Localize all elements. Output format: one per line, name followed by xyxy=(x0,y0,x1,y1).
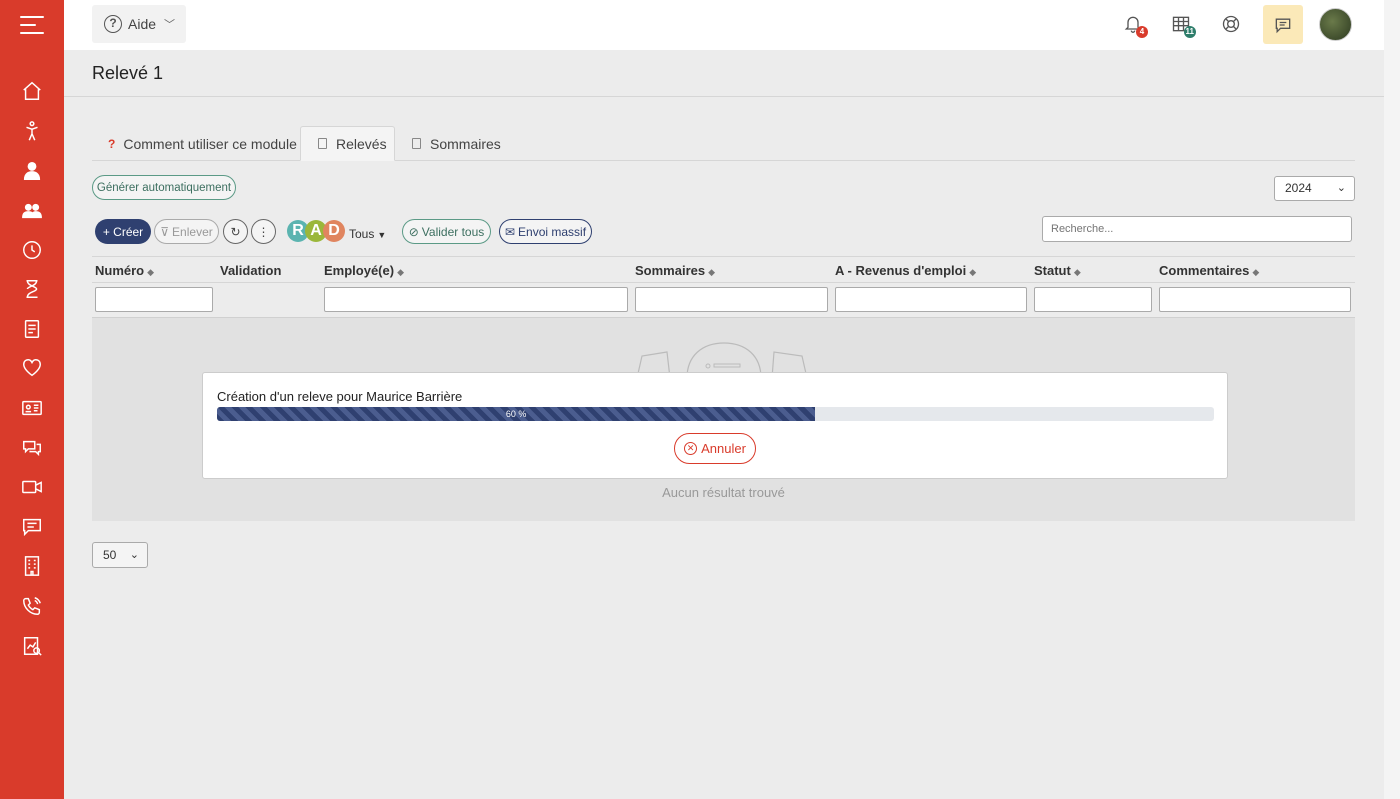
sort-icon: ◆ xyxy=(1073,267,1081,277)
chat-bubbles-icon[interactable] xyxy=(20,436,44,460)
column-commentaires[interactable]: Commentaires ◆ xyxy=(1159,263,1259,278)
more-options-button[interactable]: ⋮ xyxy=(251,219,276,244)
sidebar xyxy=(0,0,64,799)
sort-icon: ◆ xyxy=(1252,267,1260,277)
document-icon xyxy=(412,138,421,149)
year-select[interactable]: 2024 ⌄ xyxy=(1274,176,1355,201)
tab-how-to-use[interactable]: ? Comment utiliser ce module xyxy=(108,126,297,161)
tab-sommaires[interactable]: Sommaires xyxy=(412,126,501,161)
validate-all-button[interactable]: ⊘ Valider tous xyxy=(402,219,491,244)
page-size-value: 50 xyxy=(103,548,117,562)
remove-label: Enlever xyxy=(172,224,213,239)
video-icon[interactable] xyxy=(20,475,44,499)
help-dropdown[interactable]: ? Aide ﹀ xyxy=(92,5,186,43)
mass-send-button[interactable]: ✉ Envoi massif xyxy=(499,219,592,244)
empty-message: Aucun résultat trouvé xyxy=(662,485,785,500)
kebab-icon: ⋮ xyxy=(257,224,270,239)
chat-icon xyxy=(1275,18,1291,33)
progress-bar: 60 % xyxy=(217,407,1214,421)
mass-send-label: Envoi massif xyxy=(518,224,587,239)
id-card-icon[interactable] xyxy=(20,396,44,420)
modal-title: Création d'un releve pour Maurice Barriè… xyxy=(217,389,463,404)
filter-sommaires[interactable] xyxy=(635,287,828,312)
sort-icon: ◆ xyxy=(969,267,977,277)
phone-ring-icon[interactable] xyxy=(20,594,44,618)
chat-button[interactable] xyxy=(1263,5,1303,44)
cancel-label: Annuler xyxy=(701,441,746,456)
chevron-down-icon: ﹀ xyxy=(164,19,176,31)
column-numero[interactable]: Numéro ◆ xyxy=(95,263,154,278)
search-input[interactable] xyxy=(1042,216,1352,242)
document-icon xyxy=(318,138,327,149)
column-statut[interactable]: Statut ◆ xyxy=(1034,263,1081,278)
person-icon[interactable] xyxy=(20,119,44,143)
tab-label: Sommaires xyxy=(430,135,501,152)
chevron-down-icon: ⌄ xyxy=(1336,182,1346,194)
chevron-down-icon: ⌄ xyxy=(129,549,139,561)
help-label: Aide xyxy=(128,16,157,32)
progress-fill: 60 % xyxy=(217,407,816,421)
validate-all-label: Valider tous xyxy=(421,224,485,239)
question-icon: ? xyxy=(108,136,116,151)
filter-revenus[interactable] xyxy=(835,287,1027,312)
refresh-icon: ↻ xyxy=(230,224,241,239)
page-scrollbar[interactable] xyxy=(1384,0,1400,799)
tab-label: Comment utiliser ce module xyxy=(123,135,297,152)
remove-filter-button[interactable]: ⊽ Enlever xyxy=(154,219,219,244)
column-employe[interactable]: Employé(e) ◆ xyxy=(324,263,404,278)
menu-icon[interactable] xyxy=(20,16,44,36)
column-sommaires[interactable]: Sommaires ◆ xyxy=(635,263,715,278)
notifications-button[interactable]: 4 xyxy=(1120,11,1148,38)
calendar-button[interactable]: 11 xyxy=(1168,11,1196,38)
users-icon[interactable] xyxy=(20,199,44,223)
filter-employe[interactable] xyxy=(324,287,628,312)
filter-numero[interactable] xyxy=(95,287,213,312)
lifebuoy-icon xyxy=(1222,15,1240,33)
envelope-icon: ✉ xyxy=(504,224,516,239)
filter-icon: ⊽ xyxy=(160,224,170,239)
tab-label: Relevés xyxy=(336,135,387,152)
topbar: ? Aide ﹀ 4 11 xyxy=(64,0,1384,50)
status-filter-value: Tous xyxy=(349,227,375,241)
caret-down-icon: ▼ xyxy=(377,230,387,240)
tabs: ? Comment utiliser ce module Relevés Som… xyxy=(92,126,1355,161)
notification-badge: 4 xyxy=(1136,26,1148,38)
filter-commentaires[interactable] xyxy=(1159,287,1351,312)
support-button[interactable] xyxy=(1218,11,1244,37)
column-validation: Validation xyxy=(220,263,282,278)
page-title: Relevé 1 xyxy=(92,63,164,83)
clock-icon[interactable] xyxy=(20,238,44,262)
building-icon[interactable] xyxy=(20,554,44,578)
tab-releves[interactable]: Relevés xyxy=(300,126,395,161)
sort-icon: ◆ xyxy=(708,267,716,277)
report-icon[interactable] xyxy=(20,634,44,658)
page-header: Relevé 1 xyxy=(64,50,1384,97)
refresh-button[interactable]: ↻ xyxy=(223,219,248,244)
heart-icon[interactable] xyxy=(20,356,44,380)
close-circle-icon: ✕ xyxy=(684,442,698,455)
home-icon[interactable] xyxy=(20,79,44,103)
checklist-icon[interactable] xyxy=(20,317,44,341)
page-size-select[interactable]: 50 ⌄ xyxy=(92,542,148,568)
message-icon[interactable] xyxy=(20,515,44,539)
filter-statut[interactable] xyxy=(1034,287,1152,312)
check-circle-icon: ⊘ xyxy=(408,224,419,239)
sort-icon: ◆ xyxy=(147,267,155,277)
table-header: Numéro ◆ Validation Employé(e) ◆ Sommaires… xyxy=(92,256,1355,283)
employee-icon[interactable] xyxy=(20,159,44,183)
calendar-badge: 11 xyxy=(1183,26,1196,38)
help-icon: ? xyxy=(104,15,122,33)
rad-d-badge[interactable]: D xyxy=(323,220,345,242)
hourglass-icon[interactable] xyxy=(20,277,44,301)
sort-icon: ◆ xyxy=(397,267,404,277)
generate-auto-button[interactable]: Générer automatiquement xyxy=(92,175,236,200)
year-value: 2024 xyxy=(1285,181,1312,195)
column-revenus[interactable]: A - Revenus d'emploi ◆ xyxy=(835,263,976,278)
progress-modal: Création d'un releve pour Maurice Barriè… xyxy=(202,372,1228,479)
create-button[interactable]: + Créer xyxy=(95,219,151,244)
cancel-button[interactable]: ✕ Annuler xyxy=(674,433,756,464)
avatar[interactable] xyxy=(1319,8,1352,41)
status-filter-dropdown[interactable]: Tous ▼ xyxy=(349,227,386,241)
